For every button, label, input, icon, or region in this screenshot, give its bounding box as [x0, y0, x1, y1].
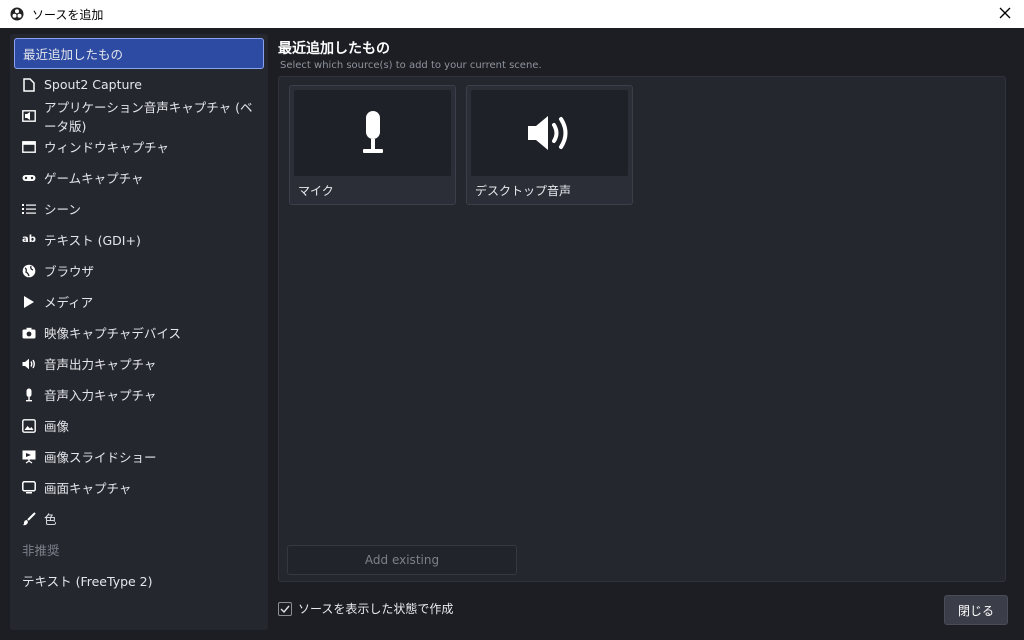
sidebar-item-label: 音声出力キャプチャ [44, 357, 157, 372]
sidebar-item-text-gdi[interactable]: ab テキスト (GDI+) [14, 224, 264, 255]
card-label: デスクトップ音声 [475, 184, 572, 198]
deprecated-section-header: 非推奨 [14, 534, 264, 565]
sidebar-item-label: 画面キャプチャ [44, 481, 132, 496]
recent-sources-panel: 最近追加したもの Select which source(s) to add t… [278, 34, 1014, 630]
checkmark-icon [280, 605, 290, 613]
title-bar: ソースを追加 [0, 0, 1024, 28]
obs-logo-icon [10, 7, 24, 21]
sidebar-item-label: 画像スライドショー [44, 450, 157, 465]
card-thumbnail [471, 90, 628, 176]
play-icon [22, 295, 36, 309]
source-card-desktop-audio[interactable]: デスクトップ音声 [466, 85, 633, 205]
card-thumbnail [294, 90, 451, 176]
image-icon [22, 418, 36, 433]
list-icon [22, 202, 36, 216]
source-card-mic[interactable]: マイク [289, 85, 456, 205]
brush-icon [22, 511, 36, 526]
close-icon[interactable] [996, 4, 1014, 22]
window-icon [22, 140, 36, 154]
text-icon: ab [22, 234, 36, 245]
sidebar-item-color[interactable]: 色 [14, 503, 264, 534]
sidebar-item-label: 映像キャプチャデバイス [44, 326, 182, 341]
sidebar-item-window-capture[interactable]: ウィンドウキャプチャ [14, 131, 264, 162]
sidebar-item-scene[interactable]: シーン [14, 193, 264, 224]
speaker-icon [527, 116, 567, 150]
file-icon [22, 77, 36, 92]
camera-icon [22, 326, 36, 340]
sidebar-item-label: 最近追加したもの [23, 47, 124, 62]
sidebar-item-label: 色 [44, 512, 57, 527]
sidebar-item-label: 画像 [44, 419, 70, 434]
source-cards-area: マイク デスクトップ音声 Add existing [278, 76, 1006, 582]
sidebar-item-label: テキスト (FreeType 2) [22, 574, 153, 589]
source-type-list: 最近追加したもの Spout2 Capture アプリケーション音声キャプチャ … [10, 34, 268, 630]
sidebar-item-label: ゲームキャプチャ [44, 171, 144, 186]
page-subtitle: Select which source(s) to add to your cu… [280, 60, 542, 71]
card-label: マイク [298, 184, 334, 198]
sidebar-item-slideshow[interactable]: 画像スライドショー [14, 441, 264, 472]
slideshow-icon [22, 450, 36, 464]
microphone-icon [22, 388, 36, 402]
sidebar-item-label: アプリケーション音声キャプチャ (ベータ版) [44, 99, 253, 134]
sidebar-item-audio-input[interactable]: 音声入力キャプチャ [14, 379, 264, 410]
monitor-icon [22, 481, 36, 495]
add-existing-button[interactable]: Add existing [287, 545, 517, 575]
sidebar-item-game-capture[interactable]: ゲームキャプチャ [14, 162, 264, 193]
sidebar-item-label: 非推奨 [22, 543, 60, 558]
make-visible-label: ソースを表示した状態で作成 [298, 602, 454, 616]
add-source-dialog: 最近追加したもの Spout2 Capture アプリケーション音声キャプチャ … [0, 28, 1024, 640]
page-title: 最近追加したもの [278, 41, 390, 57]
window-title: ソースを追加 [32, 7, 104, 22]
sidebar-item-audio-output[interactable]: 音声出力キャプチャ [14, 348, 264, 379]
speaker-icon [22, 357, 36, 371]
sidebar-item-label: ウィンドウキャプチャ [44, 140, 169, 155]
sidebar-item-app-audio[interactable]: アプリケーション音声キャプチャ (ベータ版) [14, 100, 264, 134]
sidebar-item-image[interactable]: 画像 [14, 410, 264, 441]
globe-icon [22, 264, 36, 278]
sidebar-item-display-capture[interactable]: 画面キャプチャ [14, 472, 264, 503]
sidebar-item-recent[interactable]: 最近追加したもの [14, 38, 264, 69]
sidebar-item-video-capture[interactable]: 映像キャプチャデバイス [14, 317, 264, 348]
microphone-icon [362, 111, 383, 153]
sidebar-item-label: メディア [44, 295, 94, 310]
sidebar-item-media[interactable]: メディア [14, 286, 264, 317]
sidebar-item-text-freetype2[interactable]: テキスト (FreeType 2) [14, 565, 264, 596]
sidebar-item-label: 音声入力キャプチャ [44, 388, 157, 403]
sidebar-item-browser[interactable]: ブラウザ [14, 255, 264, 286]
sidebar-item-spout2[interactable]: Spout2 Capture [14, 69, 264, 100]
close-button[interactable]: 閉じる [944, 595, 1008, 625]
sidebar-item-label: テキスト (GDI+) [44, 233, 141, 248]
gamepad-icon [22, 171, 36, 185]
app-audio-icon [22, 109, 36, 123]
make-visible-checkbox-row[interactable]: ソースを表示した状態で作成 [278, 600, 453, 617]
sidebar-item-label: Spout2 Capture [44, 77, 142, 92]
sidebar-item-label: シーン [44, 202, 81, 217]
sidebar-item-label: ブラウザ [44, 264, 95, 279]
make-visible-checkbox[interactable] [278, 601, 292, 616]
